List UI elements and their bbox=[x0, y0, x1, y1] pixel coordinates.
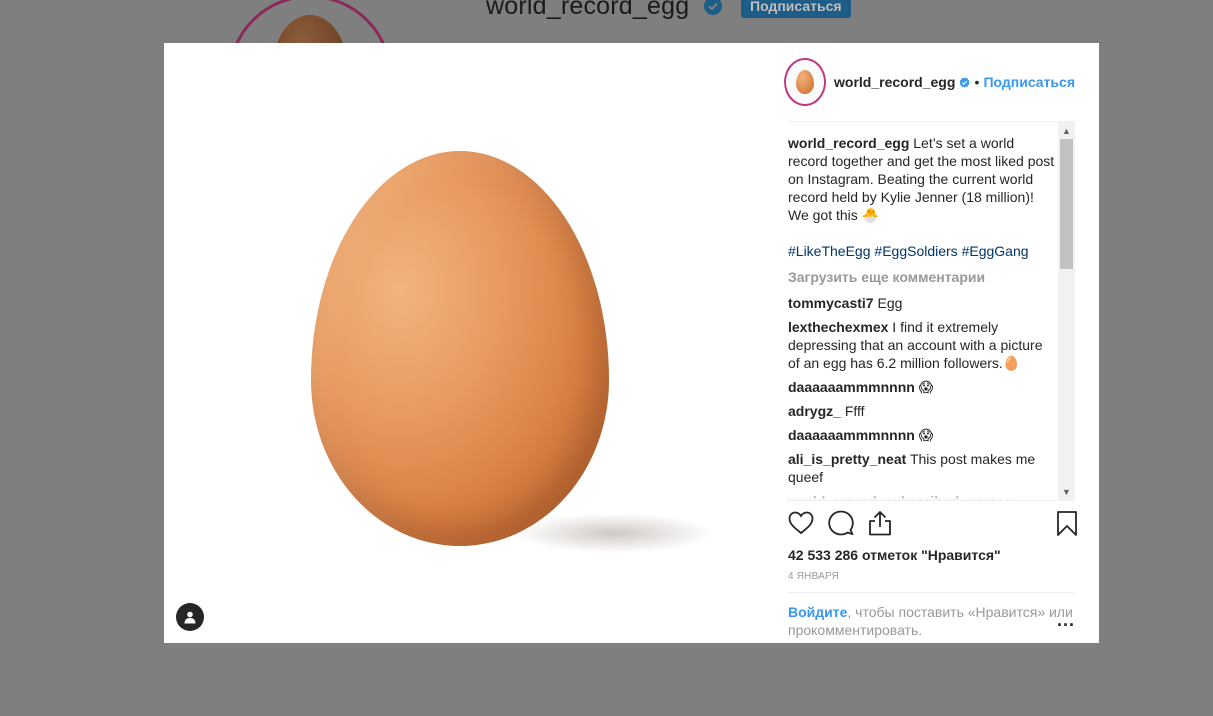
egg-avatar-icon bbox=[796, 70, 814, 94]
comment-username[interactable]: adrygz_ bbox=[788, 403, 841, 419]
comment-button[interactable] bbox=[828, 503, 868, 543]
author-username[interactable]: world_record_egg bbox=[834, 74, 955, 90]
post-date[interactable]: 4 января bbox=[788, 571, 1075, 593]
comment-username[interactable]: ali_is_pretty_neat bbox=[788, 451, 906, 467]
comment-text: Egg bbox=[877, 295, 903, 311]
comment-bubble-icon bbox=[828, 510, 854, 536]
bg-verified-icon bbox=[704, 0, 722, 15]
bg-follow-button[interactable]: Подписаться bbox=[741, 0, 851, 18]
heart-icon bbox=[788, 511, 814, 535]
caption-username[interactable]: world_record_egg bbox=[788, 135, 909, 151]
separator-dot: • bbox=[974, 74, 980, 90]
comment-text: 😱 bbox=[918, 427, 934, 443]
comment-username[interactable]: lexthechexmex bbox=[788, 319, 888, 335]
comment-username[interactable]: daaaaaammmnnnn bbox=[788, 427, 915, 443]
comments-area[interactable]: world_record_egg Let’s set a world recor… bbox=[788, 122, 1075, 500]
comment-text: Ffff bbox=[844, 403, 865, 419]
comments-scrollbar[interactable]: ▲ ▼ bbox=[1058, 122, 1075, 500]
load-more-comments-button[interactable]: Загрузить еще комментарии bbox=[788, 268, 1057, 286]
follow-button[interactable]: Подписаться bbox=[983, 74, 1075, 90]
comment: daaaaaammmnnnn 😱 bbox=[788, 378, 1057, 396]
comment: daaaaaammmnnnn 😱 bbox=[788, 426, 1057, 444]
post-header: world_record_egg • Подписаться bbox=[784, 43, 1075, 122]
more-options-icon[interactable]: ... bbox=[1057, 611, 1075, 629]
login-link[interactable]: Войдите bbox=[788, 604, 847, 620]
hashtag-link[interactable]: #EggGang bbox=[962, 243, 1029, 259]
post-modal: world_record_egg • Подписаться world_rec… bbox=[164, 43, 1099, 643]
comment: ali_is_pretty_neat This post makes me qu… bbox=[788, 450, 1057, 486]
like-count[interactable]: 42 533 286 отметок "Нравится" bbox=[788, 547, 1075, 567]
bookmark-icon bbox=[1057, 511, 1077, 536]
user-icon bbox=[184, 611, 196, 623]
comment: adrygz_ Ffff bbox=[788, 402, 1057, 420]
comments-list: world_record_egg Let’s set a world recor… bbox=[788, 122, 1057, 500]
post-image[interactable] bbox=[164, 43, 764, 643]
like-button[interactable] bbox=[788, 503, 828, 543]
author-avatar[interactable] bbox=[784, 58, 826, 106]
post-sidebar: world_record_egg • Подписаться world_rec… bbox=[764, 43, 1099, 643]
comment: lexthechexmex I find it extremely depres… bbox=[788, 318, 1057, 372]
bg-profile-username: world_record_egg bbox=[486, 0, 690, 20]
hashtag-link[interactable]: #LikeTheEgg bbox=[788, 243, 871, 259]
hashtag-link[interactable]: #EggSoldiers bbox=[874, 243, 957, 259]
post-caption: world_record_egg Let’s set a world recor… bbox=[788, 134, 1057, 224]
comment-username[interactable]: daaaaaammmnnnn bbox=[788, 379, 915, 395]
egg-shadow bbox=[514, 513, 714, 553]
scroll-down-arrow-icon[interactable]: ▼ bbox=[1058, 483, 1075, 500]
share-button[interactable] bbox=[868, 503, 908, 543]
login-prompt: Войдите, чтобы поставить «Нравится» или … bbox=[788, 593, 1075, 639]
hashtags: #LikeTheEgg #EggSoldiers #EggGang bbox=[788, 242, 1057, 260]
share-icon bbox=[869, 511, 891, 536]
save-button[interactable] bbox=[1057, 511, 1077, 541]
scroll-thumb[interactable] bbox=[1060, 139, 1073, 269]
post-actions bbox=[788, 500, 1077, 545]
comment-text: 😱 bbox=[918, 379, 934, 395]
comment: tommycasti7 Egg bbox=[788, 294, 1057, 312]
comment-username[interactable]: tommycasti7 bbox=[788, 295, 874, 311]
user-tags-button[interactable] bbox=[176, 603, 204, 631]
verified-icon bbox=[960, 76, 970, 88]
comments-fade bbox=[788, 490, 1057, 500]
scroll-up-arrow-icon[interactable]: ▲ bbox=[1058, 122, 1075, 139]
egg-photo bbox=[311, 151, 609, 546]
